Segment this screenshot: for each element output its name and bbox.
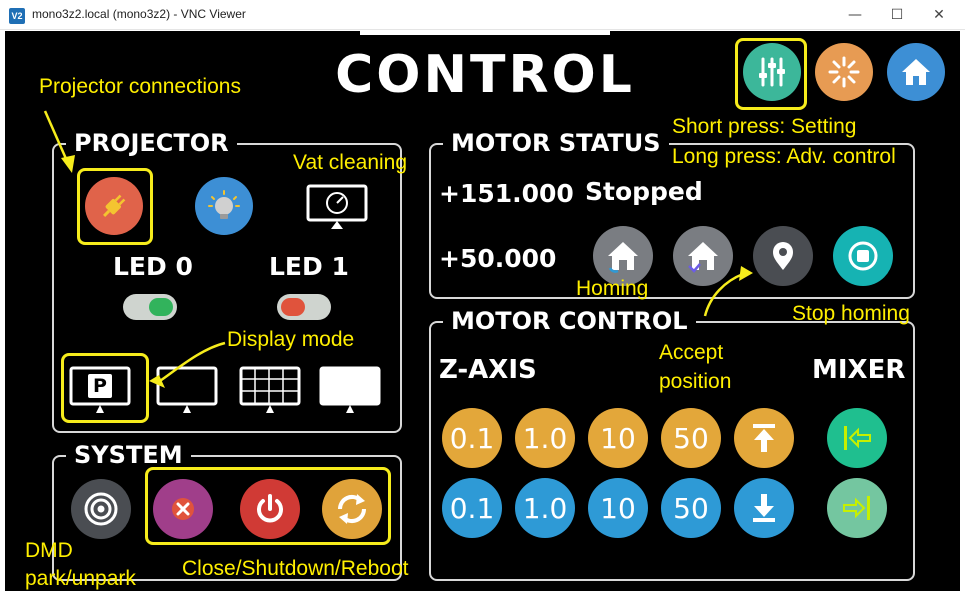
light-button[interactable] — [195, 177, 253, 235]
led0-label: LED 0 — [113, 252, 193, 281]
dmd-park-button[interactable] — [71, 479, 131, 539]
note-accept: Accept — [659, 341, 724, 364]
stop-icon — [848, 241, 878, 271]
z-down-10-button[interactable]: 10 — [588, 478, 648, 538]
led1-toggle[interactable] — [277, 294, 331, 320]
note-dmd: DMD — [25, 539, 73, 562]
home-check-icon — [688, 242, 718, 273]
note-close-shutdown: Close/Shutdown/Reboot — [182, 557, 409, 580]
home-mixer-button[interactable] — [673, 226, 733, 286]
projector-connect-highlight — [77, 168, 153, 245]
arrow-up-bar-icon — [753, 424, 775, 452]
window-title: mono3z2.local (mono3z2) - VNC Viewer — [32, 7, 246, 21]
home-button[interactable] — [887, 43, 945, 101]
note-display-mode: Display mode — [227, 328, 355, 351]
note-homing: Homing — [576, 277, 649, 300]
note-stop-homing: Stop homing — [792, 302, 910, 325]
system-title: SYSTEM — [66, 440, 191, 470]
location-pin-icon — [773, 242, 793, 270]
led1-toggle-knob — [281, 298, 305, 316]
top-tab — [360, 31, 610, 35]
mixer-left-button[interactable] — [827, 408, 887, 468]
stop-homing-button[interactable] — [833, 226, 893, 286]
close-icon[interactable]: ✕ — [926, 4, 952, 26]
z-down-0-1-button[interactable]: 0.1 — [442, 478, 502, 538]
motor-control-title: MOTOR CONTROL — [443, 306, 696, 336]
note-long-press: Long press: Adv. control — [672, 145, 896, 168]
lightbulb-icon — [208, 190, 240, 219]
z-top-button[interactable] — [734, 408, 794, 468]
maximize-icon[interactable]: ☐ — [884, 4, 910, 26]
monitor-gauge-icon[interactable] — [305, 183, 369, 237]
minimize-icon[interactable]: — — [842, 4, 868, 26]
note-short-press: Short press: Setting — [672, 115, 857, 138]
target-icon — [84, 492, 118, 526]
arrow-left-bar-icon — [844, 426, 871, 450]
z-down-1-0-button[interactable]: 1.0 — [515, 478, 575, 538]
projector-title: PROJECTOR — [66, 128, 237, 158]
z-position-readout: +151.000 — [439, 179, 574, 208]
arrow-right-bar-icon — [843, 496, 870, 520]
display-mode-blank[interactable] — [155, 365, 219, 421]
display-mode-highlight — [61, 353, 149, 423]
display-mode-grid[interactable] — [238, 365, 302, 421]
mixer-right-button[interactable] — [827, 478, 887, 538]
busy-button[interactable] — [815, 43, 873, 101]
z-down-50-button[interactable]: 50 — [661, 478, 721, 538]
led1-label: LED 1 — [269, 252, 349, 281]
note-vat-cleaning: Vat cleaning — [293, 151, 408, 174]
motor-status-title: MOTOR STATUS — [443, 128, 669, 158]
home-icon — [608, 242, 638, 273]
z-up-50-button[interactable]: 50 — [661, 408, 721, 468]
mixer-label: MIXER — [812, 355, 906, 385]
z-axis-label: Z-AXIS — [439, 355, 537, 385]
led0-toggle[interactable] — [123, 294, 177, 320]
motor-state: Stopped — [585, 177, 703, 206]
spinner-icon — [828, 56, 860, 88]
led0-toggle-knob — [149, 298, 173, 316]
accept-position-button[interactable] — [753, 226, 813, 286]
settings-highlight — [735, 38, 807, 110]
app-icon: V2 — [9, 8, 25, 24]
z-up-0-1-button[interactable]: 0.1 — [442, 408, 502, 468]
system-highlight — [145, 467, 391, 545]
z-bottom-button[interactable] — [734, 478, 794, 538]
display-mode-white[interactable] — [318, 365, 382, 421]
note-position: position — [659, 370, 732, 393]
home-icon — [902, 59, 930, 85]
window-titlebar: V2 mono3z2.local (mono3z2) - VNC Viewer … — [0, 0, 965, 30]
arrow-down-bar-icon — [753, 494, 775, 522]
vnc-screen: CONTROL PROJECTOR LED 0 LED 1 P SYSTEM M… — [5, 31, 960, 591]
note-dmd-park: park/unpark — [25, 567, 136, 590]
page-title: CONTROL — [335, 45, 635, 105]
z-up-1-0-button[interactable]: 1.0 — [515, 408, 575, 468]
note-projector-connections: Projector connections — [39, 75, 241, 98]
z-up-10-button[interactable]: 10 — [588, 408, 648, 468]
mixer-position-readout: +50.000 — [439, 244, 557, 273]
